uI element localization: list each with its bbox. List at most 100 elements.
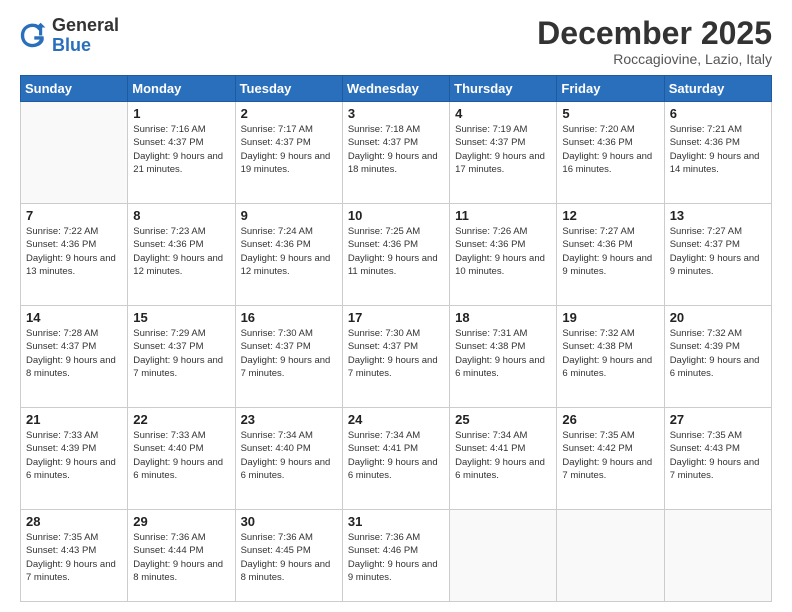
col-wednesday: Wednesday [342, 76, 449, 102]
table-row: 7Sunrise: 7:22 AMSunset: 4:36 PMDaylight… [21, 204, 128, 306]
day-info: Sunrise: 7:27 AMSunset: 4:36 PMDaylight:… [562, 225, 658, 278]
day-number: 20 [670, 310, 766, 325]
day-number: 1 [133, 106, 229, 121]
day-info: Sunrise: 7:30 AMSunset: 4:37 PMDaylight:… [348, 327, 444, 380]
table-row: 15 Sunrise: 7:29 AMSunset: 4:37 PMDayligh… [128, 306, 235, 408]
table-row: 2Sunrise: 7:17 AMSunset: 4:37 PMDaylight… [235, 102, 342, 204]
table-row: 9 Sunrise: 7:24 AMSunset: 4:36 PMDaylight… [235, 204, 342, 306]
day-info: Sunrise: 7:31 AMSunset: 4:38 PMDaylight:… [455, 327, 551, 380]
day-number: 25 [455, 412, 551, 427]
table-row: 5 Sunrise: 7:20 AMSunset: 4:36 PMDaylight… [557, 102, 664, 204]
day-number: 15 [133, 310, 229, 325]
day-info: Sunrise: 7:20 AMSunset: 4:36 PMDaylight:… [562, 123, 658, 176]
table-row: 14Sunrise: 7:28 AMSunset: 4:37 PMDayligh… [21, 306, 128, 408]
day-info: Sunrise: 7:35 AMSunset: 4:43 PMDaylight:… [670, 429, 766, 482]
table-row: 30 Sunrise: 7:36 AMSunset: 4:45 PMDayligh… [235, 510, 342, 602]
day-number: 19 [562, 310, 658, 325]
day-number: 13 [670, 208, 766, 223]
table-row: 10 Sunrise: 7:25 AMSunset: 4:36 PMDayligh… [342, 204, 449, 306]
day-number: 23 [241, 412, 337, 427]
day-info: Sunrise: 7:19 AMSunset: 4:37 PMDaylight:… [455, 123, 551, 176]
day-info: Sunrise: 7:27 AMSunset: 4:37 PMDaylight:… [670, 225, 766, 278]
day-number: 17 [348, 310, 444, 325]
day-info: Sunrise: 7:18 AMSunset: 4:37 PMDaylight:… [348, 123, 444, 176]
table-row: 8 Sunrise: 7:23 AMSunset: 4:36 PMDaylight… [128, 204, 235, 306]
day-number: 9 [241, 208, 337, 223]
day-number: 24 [348, 412, 444, 427]
day-info: Sunrise: 7:17 AMSunset: 4:37 PMDaylight:… [241, 123, 337, 176]
col-saturday: Saturday [664, 76, 771, 102]
day-info: Sunrise: 7:32 AMSunset: 4:38 PMDaylight:… [562, 327, 658, 380]
calendar-table: Sunday Monday Tuesday Wednesday Thursday… [20, 75, 772, 602]
page: General Blue December 2025 Roccagiovine,… [0, 0, 792, 612]
table-row [664, 510, 771, 602]
table-row: 6 Sunrise: 7:21 AMSunset: 4:36 PMDaylight… [664, 102, 771, 204]
col-thursday: Thursday [450, 76, 557, 102]
table-row: 1 Sunrise: 7:16 AMSunset: 4:37 PMDaylight… [128, 102, 235, 204]
day-number: 22 [133, 412, 229, 427]
day-number: 29 [133, 514, 229, 529]
logo-general: General [52, 15, 119, 35]
day-number: 10 [348, 208, 444, 223]
table-row [21, 102, 128, 204]
table-row: 22 Sunrise: 7:33 AMSunset: 4:40 PMDayligh… [128, 408, 235, 510]
day-info: Sunrise: 7:24 AMSunset: 4:36 PMDaylight:… [241, 225, 337, 278]
day-info: Sunrise: 7:36 AMSunset: 4:45 PMDaylight:… [241, 531, 337, 584]
day-info: Sunrise: 7:23 AMSunset: 4:36 PMDaylight:… [133, 225, 229, 278]
day-number: 18 [455, 310, 551, 325]
day-number: 6 [670, 106, 766, 121]
day-number: 30 [241, 514, 337, 529]
table-row: 29 Sunrise: 7:36 AMSunset: 4:44 PMDayligh… [128, 510, 235, 602]
calendar-week-row: 7Sunrise: 7:22 AMSunset: 4:36 PMDaylight… [21, 204, 772, 306]
table-row: 24Sunrise: 7:34 AMSunset: 4:41 PMDayligh… [342, 408, 449, 510]
day-info: Sunrise: 7:35 AMSunset: 4:42 PMDaylight:… [562, 429, 658, 482]
calendar-week-row: 21Sunrise: 7:33 AMSunset: 4:39 PMDayligh… [21, 408, 772, 510]
calendar-week-row: 28 Sunrise: 7:35 AMSunset: 4:43 PMDayligh… [21, 510, 772, 602]
day-info: Sunrise: 7:29 AMSunset: 4:37 PMDaylight:… [133, 327, 229, 380]
day-number: 26 [562, 412, 658, 427]
logo-blue: Blue [52, 35, 91, 55]
table-row [557, 510, 664, 602]
day-number: 4 [455, 106, 551, 121]
day-info: Sunrise: 7:30 AMSunset: 4:37 PMDaylight:… [241, 327, 337, 380]
day-info: Sunrise: 7:34 AMSunset: 4:40 PMDaylight:… [241, 429, 337, 482]
day-number: 3 [348, 106, 444, 121]
day-number: 27 [670, 412, 766, 427]
day-info: Sunrise: 7:36 AMSunset: 4:44 PMDaylight:… [133, 531, 229, 584]
day-info: Sunrise: 7:32 AMSunset: 4:39 PMDaylight:… [670, 327, 766, 380]
table-row: 27 Sunrise: 7:35 AMSunset: 4:43 PMDayligh… [664, 408, 771, 510]
day-info: Sunrise: 7:35 AMSunset: 4:43 PMDaylight:… [26, 531, 122, 584]
table-row: 18 Sunrise: 7:31 AMSunset: 4:38 PMDayligh… [450, 306, 557, 408]
table-row: 3 Sunrise: 7:18 AMSunset: 4:37 PMDaylight… [342, 102, 449, 204]
logo: General Blue [20, 16, 119, 56]
col-friday: Friday [557, 76, 664, 102]
table-row: 12 Sunrise: 7:27 AMSunset: 4:36 PMDayligh… [557, 204, 664, 306]
table-row: 11 Sunrise: 7:26 AMSunset: 4:36 PMDayligh… [450, 204, 557, 306]
day-info: Sunrise: 7:33 AMSunset: 4:40 PMDaylight:… [133, 429, 229, 482]
title-block: December 2025 Roccagiovine, Lazio, Italy [537, 16, 772, 67]
table-row: 17 Sunrise: 7:30 AMSunset: 4:37 PMDayligh… [342, 306, 449, 408]
day-info: Sunrise: 7:26 AMSunset: 4:36 PMDaylight:… [455, 225, 551, 278]
logo-text: General Blue [52, 16, 119, 56]
table-row: 16Sunrise: 7:30 AMSunset: 4:37 PMDayligh… [235, 306, 342, 408]
day-info: Sunrise: 7:21 AMSunset: 4:36 PMDaylight:… [670, 123, 766, 176]
calendar-week-row: 1 Sunrise: 7:16 AMSunset: 4:37 PMDaylight… [21, 102, 772, 204]
calendar-header-row: Sunday Monday Tuesday Wednesday Thursday… [21, 76, 772, 102]
day-number: 11 [455, 208, 551, 223]
day-number: 14 [26, 310, 122, 325]
day-info: Sunrise: 7:36 AMSunset: 4:46 PMDaylight:… [348, 531, 444, 584]
logo-icon [20, 22, 48, 50]
table-row: 23 Sunrise: 7:34 AMSunset: 4:40 PMDayligh… [235, 408, 342, 510]
day-info: Sunrise: 7:33 AMSunset: 4:39 PMDaylight:… [26, 429, 122, 482]
day-number: 8 [133, 208, 229, 223]
month-title: December 2025 [537, 16, 772, 51]
col-sunday: Sunday [21, 76, 128, 102]
day-info: Sunrise: 7:25 AMSunset: 4:36 PMDaylight:… [348, 225, 444, 278]
day-number: 12 [562, 208, 658, 223]
header: General Blue December 2025 Roccagiovine,… [20, 16, 772, 67]
day-number: 5 [562, 106, 658, 121]
col-monday: Monday [128, 76, 235, 102]
day-number: 28 [26, 514, 122, 529]
table-row: 13 Sunrise: 7:27 AMSunset: 4:37 PMDayligh… [664, 204, 771, 306]
day-info: Sunrise: 7:16 AMSunset: 4:37 PMDaylight:… [133, 123, 229, 176]
